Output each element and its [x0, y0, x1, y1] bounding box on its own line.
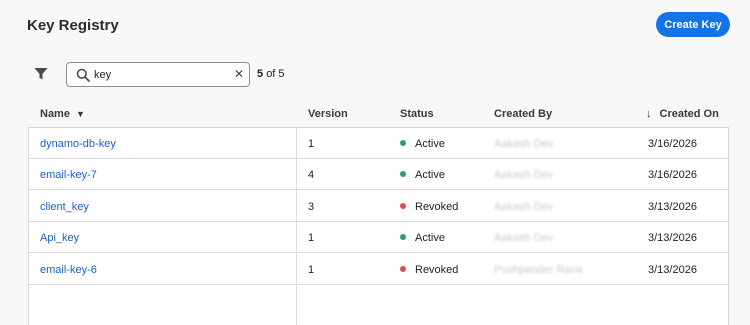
arrow-down-icon[interactable]: ↓	[646, 108, 652, 120]
table-row[interactable]: client_key 3 Revoked Aakash Dev 3/13/2026	[29, 191, 728, 222]
status-badge: Active	[400, 169, 445, 181]
table-row[interactable]: email-key-6 1 Revoked Pushpender Rana 3/13/2…	[29, 254, 728, 285]
result-count-shown: 5	[257, 68, 264, 80]
status-badge: Revoked	[400, 264, 458, 276]
key-version: 3	[308, 200, 315, 213]
status-dot-icon	[400, 234, 406, 241]
status-badge: Active	[400, 232, 445, 244]
created-by: Aakash Dev	[494, 169, 554, 182]
created-on: 3/13/2026	[648, 200, 697, 213]
status-dot-icon	[400, 202, 406, 209]
created-by: Pushpender Rana	[494, 263, 583, 276]
column-header-version[interactable]: Version	[308, 108, 348, 120]
column-header-created-on[interactable]: ↓ Created On	[646, 108, 719, 120]
table-row[interactable]: Api_key 1 Active Aakash Dev 3/13/2026	[29, 222, 728, 254]
status-label: Active	[415, 169, 445, 182]
key-version: 1	[308, 263, 315, 276]
status-badge: Active	[400, 138, 445, 150]
column-header-name-label: Name	[40, 108, 70, 120]
key-name-link[interactable]: Api_key	[40, 232, 79, 244]
create-key-button[interactable]: Create Key	[656, 12, 730, 37]
key-name-link[interactable]: dynamo-db-key	[40, 138, 116, 150]
key-name-link[interactable]: email-key-7	[40, 169, 97, 181]
table-row[interactable]: email-key-7 4 Active Aakash Dev 3/16/2026	[29, 159, 728, 191]
created-by: Aakash Dev	[494, 232, 554, 245]
status-dot-icon	[400, 265, 406, 272]
column-header-status[interactable]: Status	[400, 108, 434, 120]
status-label: Revoked	[415, 200, 459, 213]
search-input[interactable]	[94, 66, 224, 83]
created-on: 3/13/2026	[648, 263, 697, 276]
filter-icon[interactable]	[34, 67, 48, 81]
created-on: 3/13/2026	[648, 232, 697, 245]
close-icon[interactable]: ✕	[233, 68, 245, 81]
result-count-total: of 5	[266, 68, 285, 80]
status-dot-icon	[400, 171, 406, 178]
created-by: Aakash Dev	[494, 138, 554, 150]
status-dot-icon	[400, 140, 406, 147]
page-title: Key Registry	[27, 17, 119, 34]
created-on: 3/16/2026	[648, 138, 697, 150]
created-on: 3/16/2026	[648, 169, 697, 182]
search-field[interactable]: ✕	[66, 62, 250, 87]
column-header-created-by[interactable]: Created By	[494, 108, 552, 120]
search-icon	[76, 68, 90, 82]
status-label: Active	[415, 138, 445, 150]
table-row[interactable]: dynamo-db-key 1 Active Aakash Dev 3/16/2026	[29, 128, 728, 159]
created-by: Aakash Dev	[494, 200, 554, 213]
result-count: 5 of 5	[257, 68, 285, 80]
status-badge: Revoked	[400, 201, 458, 213]
keys-table: dynamo-db-key 1 Active Aakash Dev 3/16/2026 e…	[28, 127, 729, 325]
key-name-link[interactable]: client_key	[40, 201, 89, 213]
column-header-name[interactable]: Name ▼	[40, 108, 85, 120]
key-version: 1	[308, 232, 315, 245]
key-version: 4	[308, 169, 315, 182]
status-label: Active	[415, 232, 445, 245]
key-name-link[interactable]: email-key-6	[40, 264, 97, 276]
column-header-created-on-label: Created On	[659, 108, 719, 120]
status-label: Revoked	[415, 263, 459, 276]
key-version: 1	[308, 138, 315, 150]
chevron-down-icon[interactable]: ▼	[76, 109, 85, 119]
table-header: Name ▼ Version Status Created By ↓ Created…	[28, 104, 728, 124]
